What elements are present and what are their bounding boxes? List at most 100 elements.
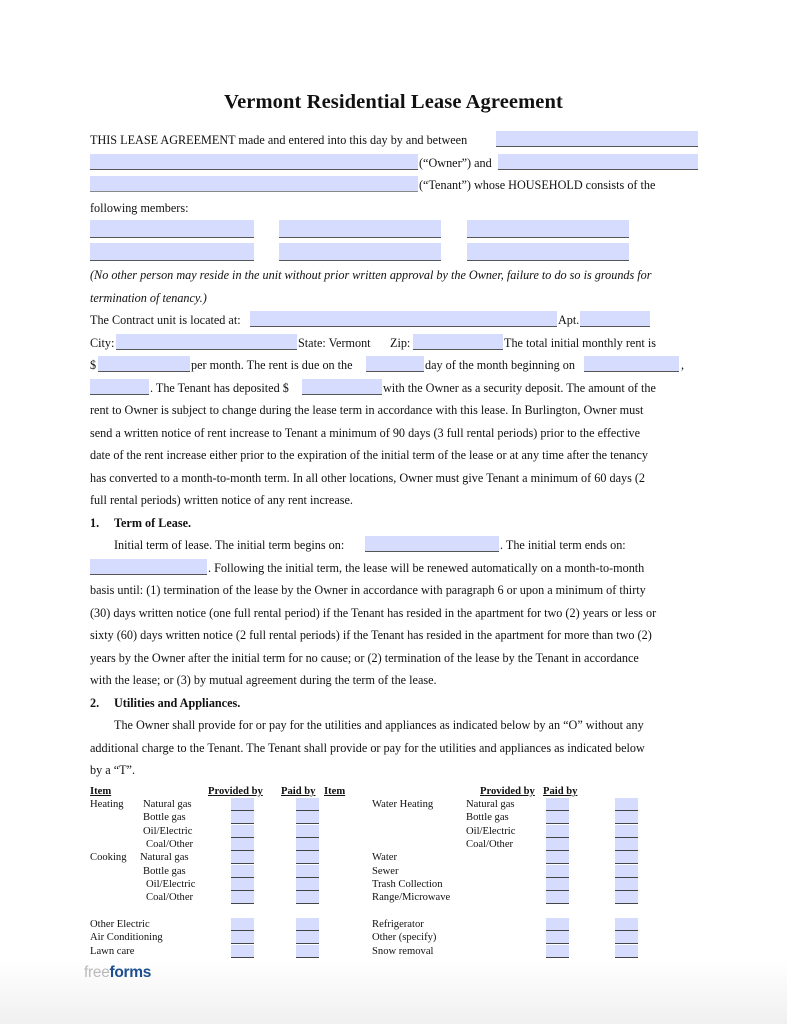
located-label: The Contract unit is located at: — [90, 313, 241, 327]
intro-line: THIS LEASE AGREEMENT made and entered in… — [90, 133, 468, 147]
paid-by-field[interactable] — [615, 864, 638, 878]
paid-by-field[interactable] — [615, 811, 638, 825]
paid-by-field[interactable] — [296, 811, 319, 825]
paid-by-field[interactable] — [296, 837, 319, 851]
household-member-6[interactable] — [467, 243, 629, 261]
owner-name-field[interactable] — [496, 131, 698, 147]
utility-category: Other Electric — [90, 919, 150, 930]
utility-option: Bottle gas — [466, 812, 509, 824]
provided-by-field[interactable] — [546, 864, 569, 878]
paid-by-field[interactable] — [296, 931, 319, 945]
owner-name-cont-field[interactable] — [90, 154, 418, 170]
provided-by-field[interactable] — [546, 824, 569, 838]
paid-by-field[interactable] — [296, 851, 319, 865]
provided-by-field[interactable] — [231, 944, 254, 958]
term-paragraph-line: basis until: (1) termination of the leas… — [90, 583, 646, 597]
provided-by-field[interactable] — [231, 798, 254, 811]
utilities-paragraph-line: The Owner shall provide for or pay for t… — [114, 718, 644, 732]
provided-by-field[interactable] — [546, 891, 569, 905]
utility-category: Water — [372, 852, 398, 864]
unit-address-field[interactable] — [250, 311, 557, 327]
household-member-1[interactable] — [90, 220, 254, 238]
comma: , — [681, 358, 685, 372]
term-ends-field[interactable] — [90, 559, 207, 575]
table-header-paid-by-2: Paid by — [543, 786, 578, 797]
utility-option: Oil/Electric — [143, 825, 193, 837]
paid-by-field[interactable] — [615, 824, 638, 838]
document-title: Vermont Residential Lease Agreement — [224, 91, 563, 113]
household-member-5[interactable] — [279, 243, 441, 261]
utility-option: Oil/Electric — [466, 825, 516, 837]
paid-by-field[interactable] — [615, 931, 638, 945]
utility-category: Air Conditioning — [90, 932, 163, 944]
dollar-sign: $ — [90, 358, 97, 372]
paid-by-field[interactable] — [296, 918, 319, 931]
utility-category: Trash Collection — [372, 878, 443, 890]
utility-option: Natural gas — [466, 799, 515, 810]
paid-by-field[interactable] — [615, 798, 638, 811]
rent-paragraph-line: full rental periods) written notice of a… — [90, 493, 353, 507]
provided-by-field[interactable] — [546, 944, 569, 958]
household-member-4[interactable] — [90, 243, 254, 261]
utility-category: Other (specify) — [372, 932, 437, 944]
provided-by-field[interactable] — [231, 824, 254, 838]
provided-by-field[interactable] — [546, 918, 569, 931]
due-day-field[interactable] — [366, 356, 424, 372]
utility-category: Range/Microwave — [372, 892, 451, 904]
security-deposit-field[interactable] — [302, 379, 382, 395]
provided-by-field[interactable] — [546, 851, 569, 865]
provided-by-field[interactable] — [546, 931, 569, 945]
provided-by-field[interactable] — [231, 811, 254, 825]
utility-option: Coal/Other — [466, 838, 514, 850]
begin-date-field[interactable] — [584, 356, 679, 372]
paid-by-field[interactable] — [615, 944, 638, 958]
apt-field[interactable] — [580, 311, 650, 327]
paid-by-field[interactable] — [296, 864, 319, 878]
utility-option: Natural gas — [143, 799, 192, 810]
paid-by-field[interactable] — [615, 891, 638, 905]
begin-year-field[interactable] — [90, 379, 149, 395]
household-member-2[interactable] — [279, 220, 441, 238]
paid-by-field[interactable] — [615, 851, 638, 865]
provided-by-field[interactable] — [231, 837, 254, 851]
paid-by-field[interactable] — [615, 918, 638, 931]
provided-by-field[interactable] — [231, 891, 254, 905]
utility-category: Refrigerator — [372, 919, 424, 930]
freeforms-logo: freeforms — [84, 964, 152, 981]
paid-by-field[interactable] — [615, 877, 638, 891]
tenant-name-field[interactable] — [498, 154, 698, 170]
paid-by-field[interactable] — [296, 891, 319, 905]
deposited-label: . The Tenant has deposited $ — [150, 381, 289, 395]
provided-by-field[interactable] — [546, 837, 569, 851]
rent-paragraph-line: date of the rent increase either prior t… — [90, 448, 649, 462]
utility-category: Lawn care — [90, 945, 135, 957]
provided-by-field[interactable] — [546, 877, 569, 891]
provided-by-field[interactable] — [231, 851, 254, 865]
paid-by-field[interactable] — [615, 837, 638, 851]
owner-label: (“Owner”) and — [419, 156, 492, 170]
term-paragraph-line: with the lease; or (3) by mutual agreeme… — [90, 673, 437, 687]
paid-by-field[interactable] — [296, 824, 319, 838]
provided-by-field[interactable] — [231, 918, 254, 931]
provided-by-field[interactable] — [231, 864, 254, 878]
day-of-month-label: day of the month beginning on — [425, 358, 575, 372]
provided-by-field[interactable] — [546, 798, 569, 811]
section-2-number: 2. — [90, 696, 100, 710]
paid-by-field[interactable] — [296, 877, 319, 891]
utility-option: Natural gas — [140, 852, 189, 864]
provided-by-field[interactable] — [231, 931, 254, 945]
provided-by-field[interactable] — [231, 877, 254, 891]
paid-by-field[interactable] — [296, 944, 319, 958]
household-member-3[interactable] — [467, 220, 629, 238]
paid-by-field[interactable] — [296, 798, 319, 811]
monthly-rent-field[interactable] — [98, 356, 190, 372]
zip-field[interactable] — [413, 334, 503, 350]
term-begins-field[interactable] — [365, 536, 499, 552]
tenant-name-cont-field[interactable] — [90, 176, 418, 192]
utility-category: Cooking — [90, 852, 127, 864]
deposit-rest-label: with the Owner as a security deposit. Th… — [383, 381, 656, 395]
occupancy-note: (No other person may reside in the unit … — [90, 268, 652, 282]
city-field[interactable] — [116, 334, 297, 350]
occupancy-note-cont: termination of tenancy.) — [90, 291, 207, 305]
provided-by-field[interactable] — [546, 811, 569, 825]
